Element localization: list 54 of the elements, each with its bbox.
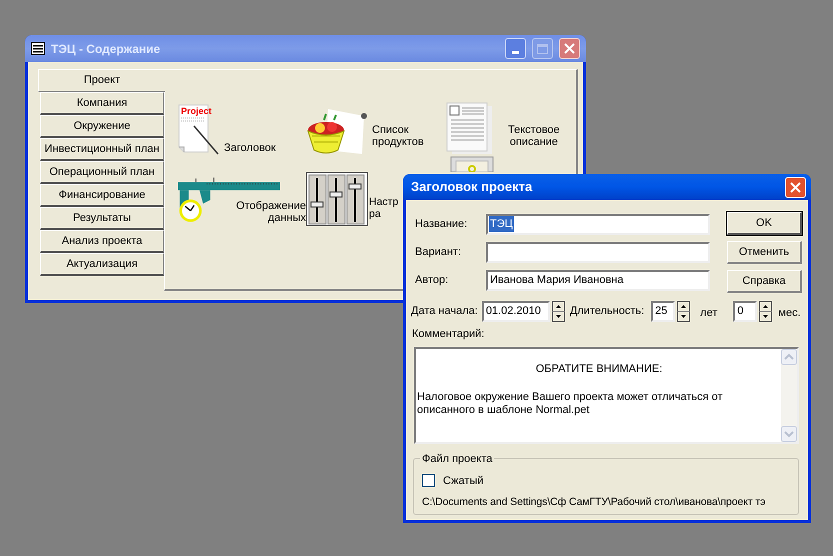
number-field[interactable]: 0 bbox=[733, 300, 758, 322]
comment-field[interactable]: ОБРАТИТЕ ВНИМАНИЕ: Налоговое окружение Вашего проекта может отличаться от описанного в шаблоне Normal.pet bbox=[414, 346, 799, 444]
unit-label: лет bbox=[700, 306, 718, 321]
number-field[interactable]: 01.02.2010 bbox=[482, 300, 550, 322]
field-label: Длительность: bbox=[570, 304, 644, 319]
close-button[interactable] bbox=[559, 38, 580, 59]
window-menu-icon[interactable] bbox=[31, 42, 45, 55]
group-legend: Файл проекта bbox=[420, 450, 494, 467]
text-document-icon bbox=[446, 102, 494, 156]
minimize-button[interactable] bbox=[505, 38, 526, 59]
text-field[interactable] bbox=[486, 242, 710, 262]
item-label[interactable]: Текстовое описание bbox=[508, 124, 560, 156]
spinner-icon[interactable] bbox=[677, 300, 690, 322]
dialog-button[interactable]: Справка bbox=[727, 270, 802, 293]
dialog-title: Заголовок проекта bbox=[411, 178, 532, 196]
sidebar-tab[interactable]: Инвестиционный план bbox=[40, 138, 164, 161]
comment-text: Налоговое окружение Вашего проекта может отличаться от описанного в шаблоне Normal.pet bbox=[417, 391, 724, 417]
field-label: Название: bbox=[414, 216, 468, 232]
number-field[interactable]: 25 bbox=[651, 300, 676, 322]
item-label[interactable]: Настр ра bbox=[369, 196, 398, 226]
unit-label: мес. bbox=[778, 306, 801, 321]
item-label[interactable]: Список продуктов bbox=[372, 124, 424, 156]
file-path: C:\Documents and Settings\Сф СамГТУ\Рабочий стол\иванова\проект тэ bbox=[422, 495, 766, 510]
item-label[interactable]: Заголовок bbox=[224, 142, 276, 156]
scroll-up-icon[interactable] bbox=[781, 348, 797, 364]
spinner-icon[interactable] bbox=[552, 300, 565, 322]
text-field[interactable]: Иванова Мария Ивановна bbox=[486, 270, 710, 290]
fruit-basket-icon bbox=[306, 106, 368, 156]
sidebar-tab[interactable]: Окружение bbox=[40, 115, 164, 138]
comment-heading: ОБРАТИТЕ ВНИМАНИЕ: bbox=[534, 362, 664, 376]
text-field[interactable]: ТЭЦ bbox=[486, 214, 710, 234]
dialog-button[interactable]: Отменить bbox=[727, 241, 802, 264]
field-label: Дата начала: bbox=[411, 304, 478, 319]
comment-label: Комментарий: bbox=[412, 327, 486, 342]
item-label[interactable]: Отображение данных bbox=[236, 200, 306, 226]
sidebar-tab[interactable]: Финансирование bbox=[40, 184, 164, 207]
sidebar-tab[interactable]: Актуализация bbox=[40, 253, 164, 276]
field-label: Автор: bbox=[414, 272, 450, 288]
compressed-checkbox[interactable] bbox=[422, 474, 435, 488]
scrollbar[interactable] bbox=[781, 348, 797, 442]
sidebar-tab[interactable]: Операционный план bbox=[40, 161, 164, 184]
sidebar-tab[interactable]: Анализ проекта bbox=[40, 230, 164, 253]
spinner-icon[interactable] bbox=[759, 300, 772, 322]
sliders-icon bbox=[306, 172, 368, 226]
window-title: ТЭЦ - Содержание bbox=[51, 40, 162, 58]
close-icon bbox=[790, 182, 801, 192]
field-label: Вариант: bbox=[414, 244, 462, 260]
sidebar-tab[interactable]: Компания bbox=[40, 92, 164, 115]
dialog-button[interactable]: OK bbox=[727, 212, 802, 235]
certificate-icon bbox=[450, 156, 494, 172]
close-icon bbox=[564, 43, 575, 54]
sidebar-tab[interactable]: Проект bbox=[38, 69, 165, 92]
sidebar-tab[interactable]: Результаты bbox=[40, 207, 164, 230]
compressed-label[interactable]: Сжатый bbox=[443, 472, 484, 489]
